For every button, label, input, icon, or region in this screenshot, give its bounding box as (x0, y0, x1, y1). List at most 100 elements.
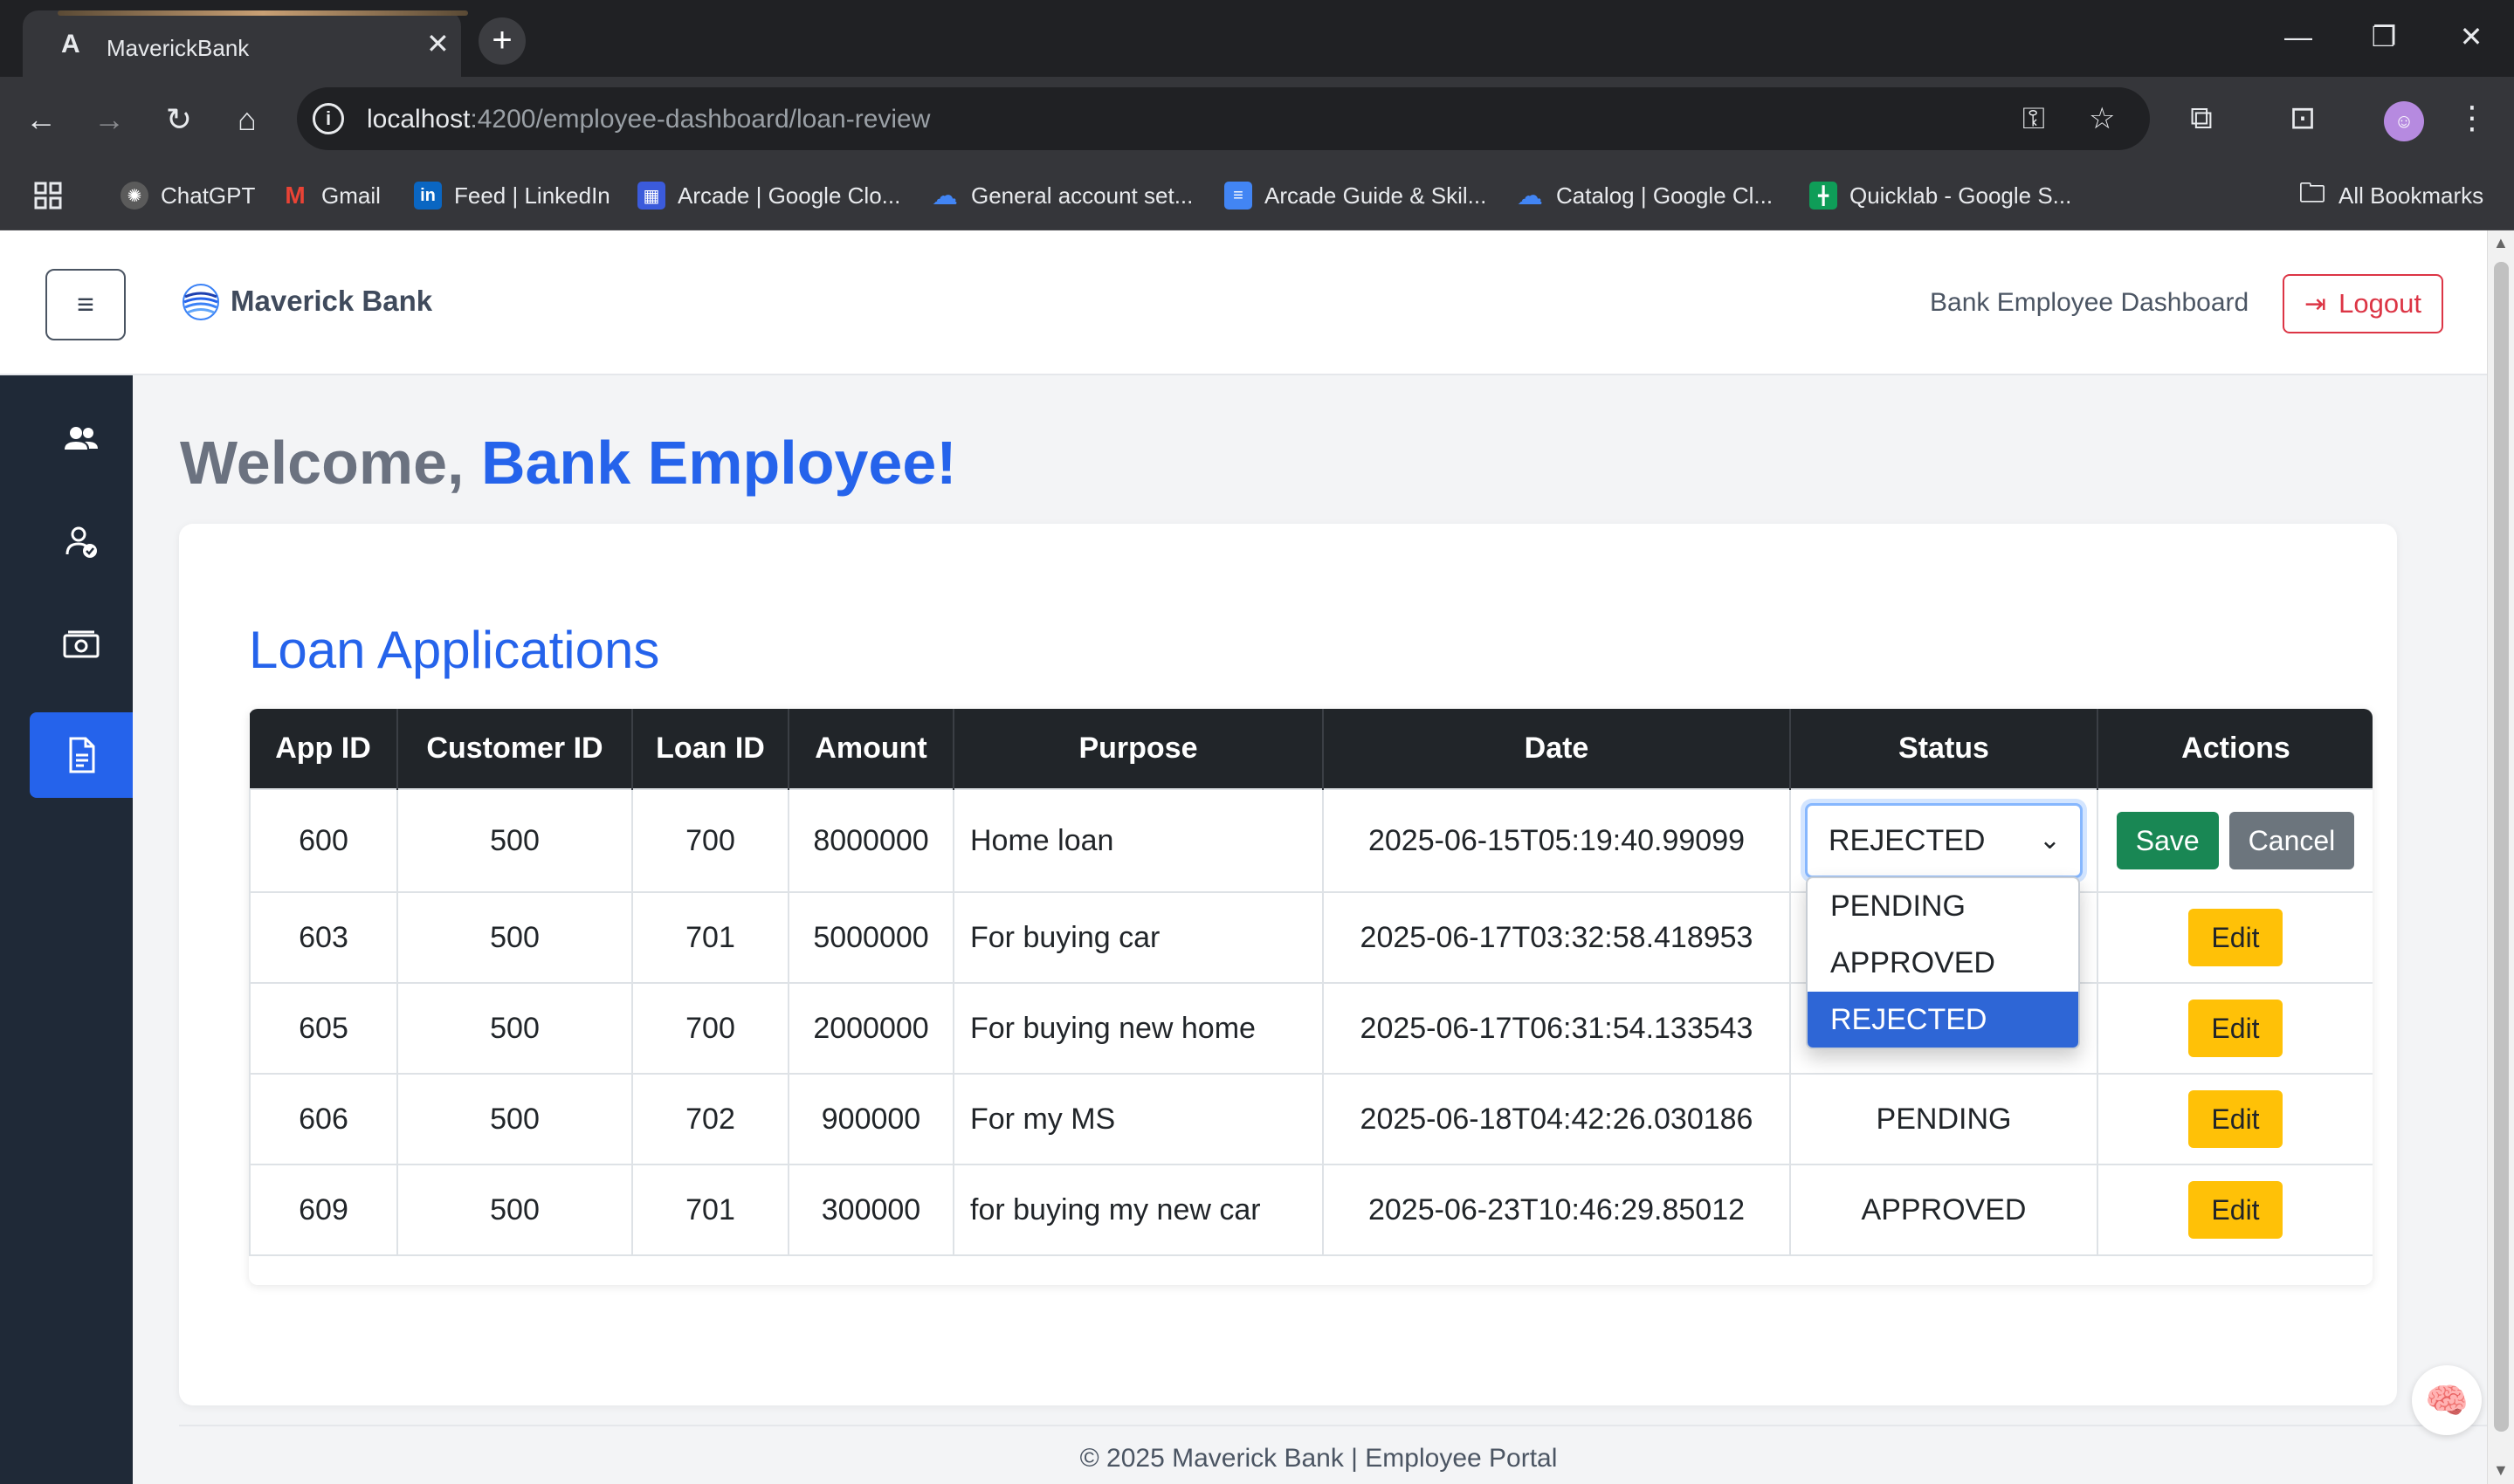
all-bookmarks[interactable]: 🗀 All Bookmarks (2298, 176, 2483, 215)
status-option-rejected[interactable]: REJECTED (1808, 992, 2078, 1048)
logout-icon: ⇥ (2304, 289, 2327, 319)
scroll-up-icon[interactable]: ▲ (2493, 234, 2509, 252)
amount-cell: 8000000 (788, 788, 954, 893)
app-id-cell: 600 (249, 788, 398, 893)
ai-assistant-icon[interactable]: 🧠 (2412, 1365, 2482, 1435)
actions-cell: Edit (2097, 1073, 2373, 1165)
logout-button[interactable]: ⇥ Logout (2283, 274, 2443, 333)
date-cell: 2025-06-23T10:46:29.85012 (1322, 1164, 1791, 1256)
linkedin-icon: in (414, 182, 442, 210)
sidebar-item-transactions[interactable] (30, 602, 133, 688)
address-bar[interactable]: i localhost:4200/employee-dashboard/loan… (297, 87, 2150, 150)
app-header: ≡ Maverick Bank Bank Employee Dashboard … (0, 230, 2487, 375)
tab-close-icon[interactable]: ✕ (426, 30, 450, 58)
edit-button[interactable]: Edit (2188, 1090, 2283, 1148)
status-select[interactable]: REJECTED ⌄ (1805, 803, 2083, 878)
column-header[interactable]: Loan ID (632, 709, 789, 789)
scrollbar-thumb[interactable] (2494, 262, 2509, 1432)
app-id-cell: 605 (249, 982, 398, 1075)
sidebar-item-verify-user[interactable] (30, 499, 133, 585)
footer-divider (179, 1425, 2487, 1426)
bookmark-star-icon[interactable]: ☆ (2089, 101, 2115, 136)
minimize-icon[interactable]: — (2281, 19, 2316, 54)
forward-icon[interactable]: → (89, 100, 129, 140)
main-content: Welcome, Bank Employee! Loan Application… (133, 375, 2487, 1484)
column-header[interactable]: Date (1323, 709, 1791, 789)
purpose-cell: for buying my new car (953, 1164, 1324, 1256)
cast-search-icon[interactable]: ⊡ (2281, 98, 2325, 138)
bookmark-label: Arcade | Google Clo... (678, 182, 901, 209)
status-cell: APPROVED (1789, 1164, 2098, 1256)
status-option-approved[interactable]: APPROVED (1808, 935, 2078, 992)
window-close-icon[interactable]: ✕ (2454, 19, 2489, 54)
document-icon (69, 737, 95, 773)
browser-menu-icon[interactable]: ⋮ (2450, 98, 2494, 138)
column-header[interactable]: Actions (2097, 709, 2373, 789)
folder-icon: 🗀 (2299, 178, 2325, 208)
customer-id-cell: 500 (396, 1073, 633, 1165)
page-scrollbar[interactable]: ▲ ▼ (2487, 230, 2514, 1484)
home-icon[interactable]: ⌂ (227, 100, 267, 140)
url-text[interactable]: localhost:4200/employee-dashboard/loan-r… (367, 105, 930, 134)
amount-cell: 5000000 (788, 891, 954, 984)
status-option-pending[interactable]: PENDING (1808, 878, 2078, 935)
column-header[interactable]: Customer ID (397, 709, 633, 789)
loan-id-cell: 700 (631, 982, 789, 1075)
bookmark-linkedin[interactable]: in Feed | LinkedIn (414, 176, 610, 215)
loan-id-cell: 701 (631, 891, 789, 984)
bookmark-catalog[interactable]: ☁ Catalog | Google Cl... (1516, 176, 1773, 215)
brand-name[interactable]: Maverick Bank (231, 285, 432, 318)
purpose-cell: For my MS (953, 1073, 1324, 1165)
profile-avatar[interactable]: ☺ (2384, 101, 2424, 141)
bookmark-arcade-guide[interactable]: ≡ Arcade Guide & Skil... (1224, 176, 1486, 215)
google-cloud-icon: ☁ (1517, 181, 1543, 210)
browser-tabstrip: A MaverickBank ✕ + — ❐ ✕ (0, 0, 2514, 77)
bookmark-chatgpt[interactable]: ✺ ChatGPT (121, 176, 255, 215)
site-info-icon[interactable]: i (313, 103, 344, 134)
scroll-down-icon[interactable]: ▼ (2493, 1461, 2509, 1480)
bookmark-gmail[interactable]: M Gmail (281, 176, 381, 215)
cancel-button[interactable]: Cancel (2228, 812, 2355, 869)
column-header[interactable]: Amount (789, 709, 954, 789)
extensions-icon[interactable]: ⧉ (2180, 98, 2223, 138)
menu-toggle-button[interactable]: ≡ (45, 269, 126, 340)
column-header[interactable]: Purpose (954, 709, 1324, 789)
browser-toolbar: ← → ↻ ⌂ i localhost:4200/employee-dashbo… (0, 77, 2514, 161)
edit-button[interactable]: Edit (2188, 1000, 2283, 1057)
bookmark-general-account[interactable]: ☁ General account set... (931, 176, 1193, 215)
url-host: localhost (367, 105, 471, 134)
actions-cell: Edit (2097, 982, 2373, 1075)
actions-cell: Save Cancel (2097, 788, 2373, 893)
password-key-icon[interactable]: ⚿ (2022, 101, 2045, 136)
restore-icon[interactable]: ❐ (2366, 19, 2401, 54)
google-cloud-icon: ☁ (932, 181, 958, 210)
status-select-value: REJECTED (1829, 824, 1986, 857)
app-id-cell: 606 (249, 1073, 398, 1165)
date-cell: 2025-06-17T06:31:54.133543 (1322, 982, 1791, 1075)
gmail-icon: M (285, 182, 306, 209)
amount-cell: 2000000 (788, 982, 954, 1075)
maverick-logo-icon (183, 284, 219, 320)
column-header[interactable]: Status (1790, 709, 2098, 789)
sidebar (0, 375, 133, 1484)
logout-label: Logout (2338, 288, 2421, 319)
browser-tab[interactable]: A MaverickBank ✕ (23, 10, 468, 77)
edit-button[interactable]: Edit (2188, 909, 2283, 966)
new-tab-button[interactable]: + (479, 17, 526, 65)
bookmark-quicklab[interactable]: ╋ Quicklab - Google S... (1809, 176, 2071, 215)
back-icon[interactable]: ← (21, 100, 61, 140)
customer-id-cell: 500 (396, 1164, 633, 1256)
sidebar-item-loan-review[interactable] (30, 712, 133, 798)
save-button[interactable]: Save (2116, 812, 2219, 869)
bookmark-arcade[interactable]: ▦ Arcade | Google Clo... (637, 176, 900, 215)
column-header[interactable]: App ID (250, 709, 398, 789)
sidebar-item-customers[interactable] (30, 396, 133, 482)
loan-id-cell: 701 (631, 1164, 789, 1256)
reload-icon[interactable]: ↻ (159, 100, 199, 140)
bookmark-label: Arcade Guide & Skil... (1264, 182, 1487, 209)
customer-id-cell: 500 (396, 891, 633, 984)
edit-button[interactable]: Edit (2188, 1181, 2283, 1239)
actions-cell: Edit (2097, 891, 2373, 984)
apps-grid-icon[interactable] (33, 176, 63, 215)
bookmark-label: General account set... (971, 182, 1194, 209)
